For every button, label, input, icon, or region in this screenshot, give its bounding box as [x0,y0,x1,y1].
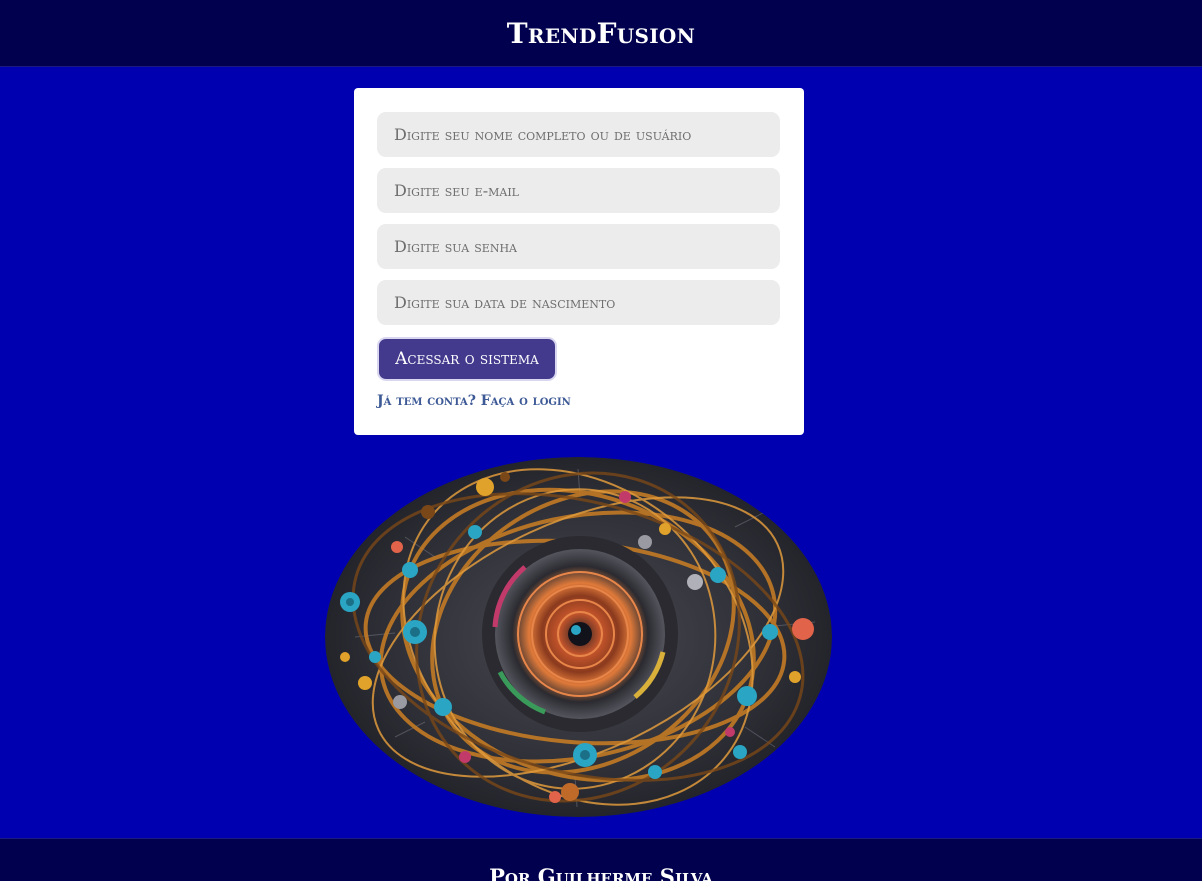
password-input[interactable] [377,224,780,269]
swirl-artwork-image [325,457,832,817]
name-input[interactable] [377,112,780,157]
submit-button[interactable]: Acessar o sistema [377,337,557,381]
author-credit: Por Guilherme Silva [489,864,713,881]
email-input[interactable] [377,168,780,213]
site-title: TrendFusion [506,16,696,50]
footer: Por Guilherme Silva [0,838,1202,881]
top-bar: TrendFusion [0,0,1202,67]
login-link[interactable]: Já tem conta? Faça o login [377,393,571,409]
signup-form: Acessar o sistema Já tem conta? Faça o l… [354,88,804,435]
birthdate-input[interactable] [377,280,780,325]
